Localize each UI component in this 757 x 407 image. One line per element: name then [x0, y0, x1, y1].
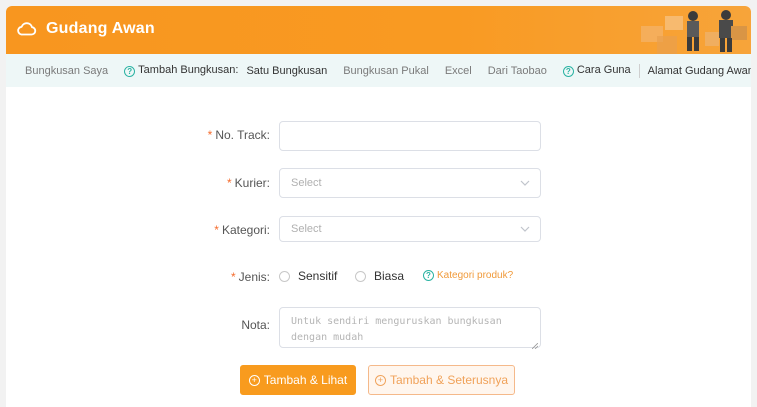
- tambah-seterusnya-button[interactable]: + Tambah & Seterusnya: [368, 365, 515, 395]
- track-number-input[interactable]: [279, 121, 541, 151]
- kurier-label: * Kurier:: [6, 176, 270, 190]
- plus-circle-icon: +: [248, 374, 260, 386]
- nav-cara-guna[interactable]: ? Cara Guna: [555, 64, 639, 77]
- required-mark: *: [214, 223, 219, 237]
- required-mark: *: [226, 176, 232, 190]
- kurier-label-text: Kurier:: [234, 176, 270, 190]
- kategori-select[interactable]: Select: [279, 216, 541, 242]
- sub-navigation: Bungkusan Saya ? Tambah Bungkusan: Satu B…: [6, 54, 751, 87]
- kategori-placeholder: Select: [291, 223, 322, 235]
- radio-circle: [279, 270, 290, 282]
- radio-biasa-label: Biasa: [374, 269, 405, 283]
- nav-tambah-label: Tambah Bungkusan:: [138, 64, 239, 76]
- kurier-select[interactable]: Select: [279, 168, 541, 198]
- kurier-placeholder: Select: [291, 177, 322, 189]
- nav-alamat-gudang[interactable]: Alamat Gudang Awan: [640, 65, 751, 77]
- nota-textarea[interactable]: Untuk sendiri menguruskan bungkusan deng…: [279, 307, 541, 350]
- nav-cara-guna-label: Cara Guna: [576, 64, 631, 76]
- main-card: Gudang Awan Bungkusan Saya ? Tambah Bung…: [6, 6, 751, 407]
- track-label-text: No. Track:: [215, 128, 270, 142]
- app-title: Gudang Awan: [46, 20, 155, 37]
- jenis-label: * Jenis:: [6, 270, 270, 284]
- app-header: Gudang Awan: [6, 6, 751, 54]
- nota-label: Nota:: [6, 318, 270, 332]
- chevron-down-icon: [520, 178, 530, 188]
- nav-satu-bungkusan[interactable]: Satu Bungkusan: [246, 65, 335, 77]
- help-circle-icon: ?: [124, 66, 136, 77]
- radio-sensitif[interactable]: Sensitif: [279, 269, 337, 283]
- nav-bungkusan-saya[interactable]: Bungkusan Saya: [6, 65, 116, 77]
- kategori-label: * Kategori:: [6, 223, 270, 237]
- required-mark: *: [230, 270, 236, 284]
- radio-circle: [355, 270, 366, 282]
- nav-tambah-bungkusan: ? Tambah Bungkusan:: [116, 64, 246, 77]
- kategori-produk-link[interactable]: ? Kategori produk?: [423, 270, 513, 281]
- kategori-label-text: Kategori:: [221, 223, 270, 237]
- radio-biasa[interactable]: Biasa: [355, 269, 404, 283]
- subnav-right: ? Cara Guna Alamat Gudang Awan: [555, 63, 751, 78]
- chevron-down-icon: [520, 224, 530, 234]
- nota-label-text: Nota:: [241, 318, 270, 332]
- radio-sensitif-label: Sensitif: [298, 269, 338, 283]
- tambah-lihat-button[interactable]: + Tambah & Lihat: [240, 365, 356, 395]
- track-label: * No. Track:: [6, 128, 270, 142]
- cloud-icon: [16, 18, 38, 40]
- required-mark: *: [207, 128, 213, 142]
- brand[interactable]: Gudang Awan: [16, 18, 155, 40]
- help-circle-icon: ?: [423, 270, 434, 281]
- tambah-seterusnya-label: Tambah & Seterusnya: [389, 373, 509, 387]
- nav-excel[interactable]: Excel: [437, 65, 480, 77]
- plus-circle-icon: +: [374, 374, 386, 386]
- help-circle-icon: ?: [562, 66, 574, 77]
- tambah-lihat-label: Tambah & Lihat: [263, 373, 348, 387]
- header-illustration: [621, 6, 751, 54]
- resize-handle-icon[interactable]: [531, 339, 539, 350]
- nota-placeholder: Untuk sendiri menguruskan bungkusan deng…: [291, 316, 502, 343]
- kategori-produk-label: Kategori produk?: [437, 270, 514, 281]
- jenis-label-text: Jenis:: [238, 270, 270, 284]
- nav-dari-taobao[interactable]: Dari Taobao: [480, 65, 555, 77]
- nav-bungkusan-pukal[interactable]: Bungkusan Pukal: [335, 65, 437, 77]
